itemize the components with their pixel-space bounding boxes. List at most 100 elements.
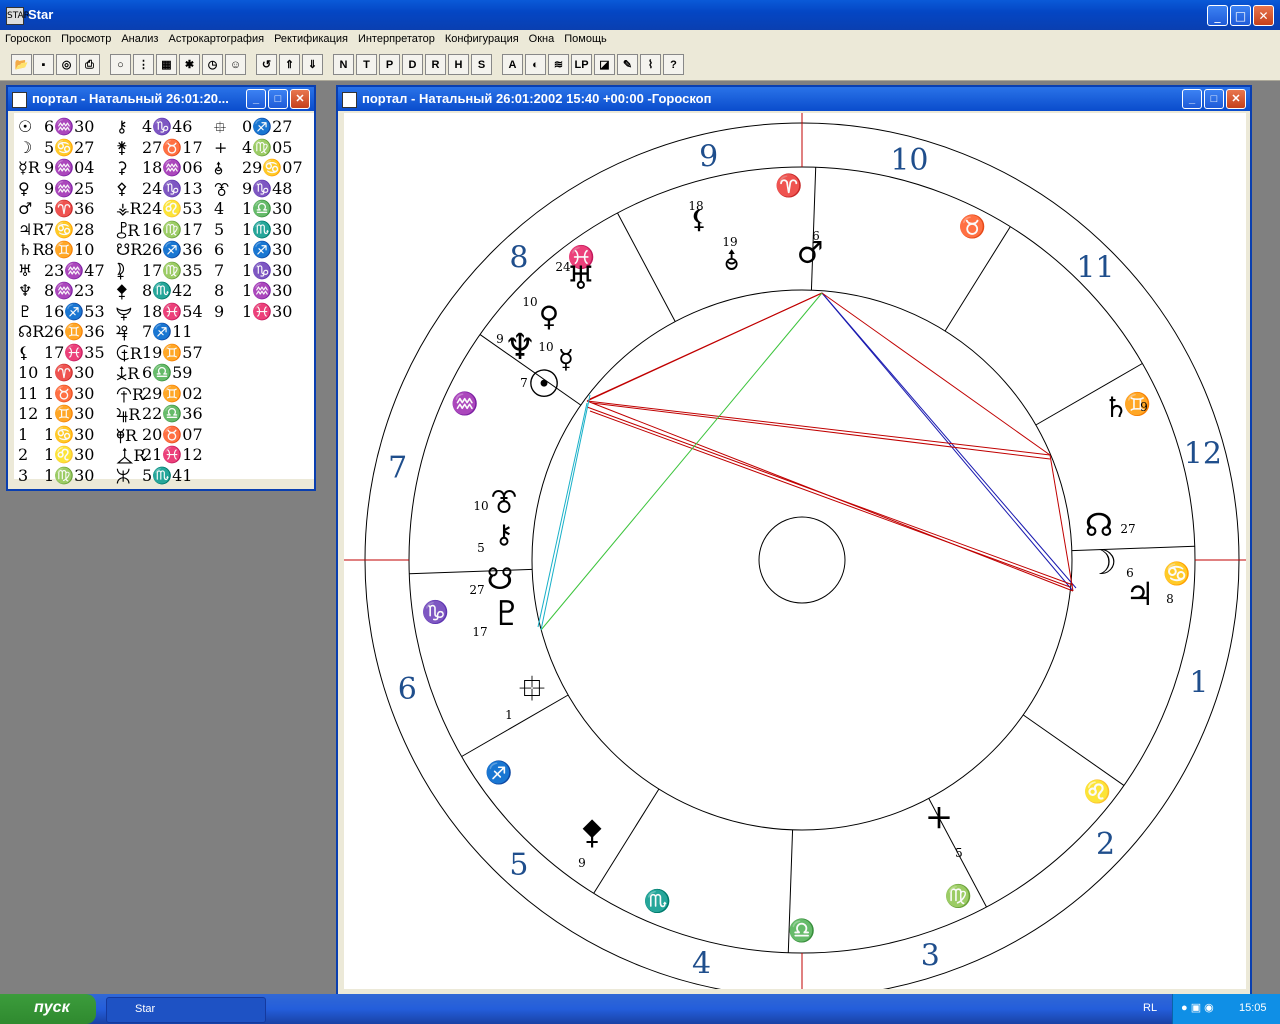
planet-position: 1♑30 <box>242 260 293 280</box>
letter-t-button[interactable]: T <box>356 54 377 75</box>
letter-h-button[interactable]: H <box>448 54 469 75</box>
list-minimize-button[interactable]: _ <box>246 89 266 109</box>
help-button[interactable]: ? <box>663 54 684 75</box>
planet-glyph: ♆ <box>18 281 33 300</box>
list-window-titlebar[interactable]: портал - Натальный 26:01:20... _ □ ✕ <box>8 87 314 111</box>
maximize-button[interactable]: □ <box>1230 5 1251 26</box>
down-icon[interactable]: ⇓ <box>302 54 323 75</box>
planet-glyph: ⯞ <box>581 816 603 851</box>
save-icon[interactable]: ▪ <box>33 54 54 75</box>
ab-icon[interactable]: A <box>502 54 523 75</box>
grid-icon[interactable]: ⋮ <box>133 54 154 75</box>
table-icon[interactable]: ▦ <box>156 54 177 75</box>
letter-s-button[interactable]: S <box>471 54 492 75</box>
menu-interpreter[interactable]: Интерпретатор <box>353 30 440 48</box>
list-close-button[interactable]: ✕ <box>290 89 310 109</box>
planet-position: 0♐27 <box>242 117 293 136</box>
center-circle <box>758 516 846 604</box>
menu-view[interactable]: Просмотр <box>56 30 116 48</box>
planet-glyph: ☉ <box>527 362 561 406</box>
planet-glyph: 8 <box>214 281 225 300</box>
planet-position-table: ☉ 6♒30 ⚷ 4♑46 ⯐ 0♐27 ☽ 5♋27 ⚵ 27♉17 +4♍05 ☿R 9♒04 ⚳ 18… <box>14 113 314 486</box>
planet-position: 1♏30 <box>242 219 293 239</box>
tray-icons[interactable]: ● ▣ ◉ <box>1181 1001 1214 1014</box>
planet-position: 24♑13 <box>142 178 203 198</box>
planet-position: 18♒06 <box>142 158 203 177</box>
minimize-button[interactable]: _ <box>1207 5 1228 26</box>
planet-glyph: ⚷ <box>494 520 513 550</box>
start-button[interactable]: пуск <box>0 994 96 1024</box>
dice-icon[interactable]: ◪ <box>594 54 615 75</box>
letter-p-button[interactable]: P <box>379 54 400 75</box>
aspect-line <box>589 410 1071 588</box>
aspect-line <box>589 292 823 400</box>
planet-glyph: ☽ <box>18 137 33 157</box>
aspect-line <box>821 292 1074 592</box>
planet-position: 1♉30 <box>44 383 95 403</box>
chart-window: портал - Натальный 26:01:2002 15:40 +00:… <box>336 85 1252 998</box>
lines-icon[interactable]: ≋ <box>548 54 569 75</box>
chart-minimize-button[interactable]: _ <box>1182 89 1202 109</box>
menu-windows[interactable]: Окна <box>524 30 560 48</box>
letter-d-button[interactable]: D <box>402 54 423 75</box>
planet-degree: 5 <box>477 541 485 555</box>
zodiac-sign: ♏ <box>644 889 671 915</box>
planet-position: 1♍30 <box>44 465 95 485</box>
aspect-star-icon[interactable]: ✱ <box>179 54 200 75</box>
planet-position: 16♍17 <box>142 219 203 239</box>
menu-horoscope[interactable]: Гороскоп <box>0 30 56 48</box>
natal-chart-wheel: 9 10111212345678♈♉♊♋♌♍♎♏♐♑♒♓⚸18⯗19 ♂6♅24♀1… <box>344 113 1246 998</box>
disc-icon[interactable]: ○ <box>110 54 131 75</box>
chart-canvas[interactable]: 9 10 11 12 1 2 3 4 5 6 7 8 ♈ ♉ ♊ ♋ ♌ ♍ ♎ ♏ ♐ ♑ ♒ ♓ ⚸ 18 ⯗ 19 ♂ 6 ♅ 24 ♀ 1… <box>344 113 1246 998</box>
pen-icon[interactable]: ✎ <box>617 54 638 75</box>
planet-position: 1♐30 <box>242 240 293 259</box>
language-indicator[interactable]: RL <box>1143 1002 1157 1014</box>
list-window-title: портал - Натальный 26:01:20... <box>32 91 229 106</box>
taskbar-item-star[interactable]: Star <box>106 997 266 1023</box>
clock-icon[interactable]: ◷ <box>202 54 223 75</box>
planet-glyph: 11 <box>18 383 39 403</box>
planet-degree: 10 <box>538 340 553 354</box>
chart-window-titlebar[interactable]: портал - Натальный 26:01:2002 15:40 +00:… <box>338 87 1250 111</box>
planet-glyph: 9 <box>214 301 225 321</box>
system-tray: ● ▣ ◉ 15:05 <box>1172 994 1280 1024</box>
lp-button[interactable]: LP <box>571 54 592 75</box>
planet-glyph: ⚴ <box>116 178 128 198</box>
house-number: 10 <box>890 143 928 178</box>
zodiac-sign: ♉ <box>959 214 986 240</box>
planet-position: 8♒23 <box>44 281 95 300</box>
planet-position: 17♓35 <box>44 342 105 362</box>
menu-configuration[interactable]: Конфигурация <box>440 30 524 48</box>
list-maximize-button[interactable]: □ <box>268 89 288 109</box>
app-titlebar[interactable]: STAR Star _ □ ✕ <box>0 0 1280 30</box>
taskbar: пуск Star RL ● ▣ ◉ 15:05 <box>0 994 1280 1024</box>
moon-phase-icon[interactable]: ◐ <box>525 54 546 75</box>
people-icon[interactable]: ☺ <box>225 54 246 75</box>
planet-position: 17♍35 <box>142 260 203 280</box>
graph-icon[interactable]: ⌇ <box>640 54 661 75</box>
planet-glyph: ⚵ <box>116 137 128 157</box>
target-icon[interactable]: ◎ <box>56 54 77 75</box>
house-number: 11 <box>1076 251 1114 286</box>
planet-glyph: ♀ <box>539 300 559 333</box>
planet-glyph: ☊ <box>1085 506 1113 544</box>
menu-rectification[interactable]: Ректификация <box>269 30 353 48</box>
chart-maximize-button[interactable]: □ <box>1204 89 1224 109</box>
letter-n-button[interactable]: N <box>333 54 354 75</box>
planet-degree: 27 <box>469 583 484 597</box>
planet-position: 5♋27 <box>44 137 95 157</box>
menu-astrocartography[interactable]: Астрокартография <box>163 30 269 48</box>
house-cusp-line <box>617 212 676 322</box>
chart-close-button[interactable]: ✕ <box>1226 89 1246 109</box>
print-icon[interactable]: ⎙ <box>79 54 100 75</box>
planet-glyph: ⯐ <box>519 669 545 709</box>
up-icon[interactable]: ⇑ <box>279 54 300 75</box>
close-button[interactable]: ✕ <box>1253 5 1274 26</box>
menu-analysis[interactable]: Анализ <box>116 30 163 48</box>
letter-r-button[interactable]: R <box>425 54 446 75</box>
open-icon[interactable]: 📂 <box>11 54 32 75</box>
menu-help[interactable]: Помощь <box>559 30 612 48</box>
planet-position: 1♎30 <box>242 199 293 218</box>
planet-position: 5♏41 <box>142 465 193 485</box>
rotate-icon[interactable]: ↺ <box>256 54 277 75</box>
